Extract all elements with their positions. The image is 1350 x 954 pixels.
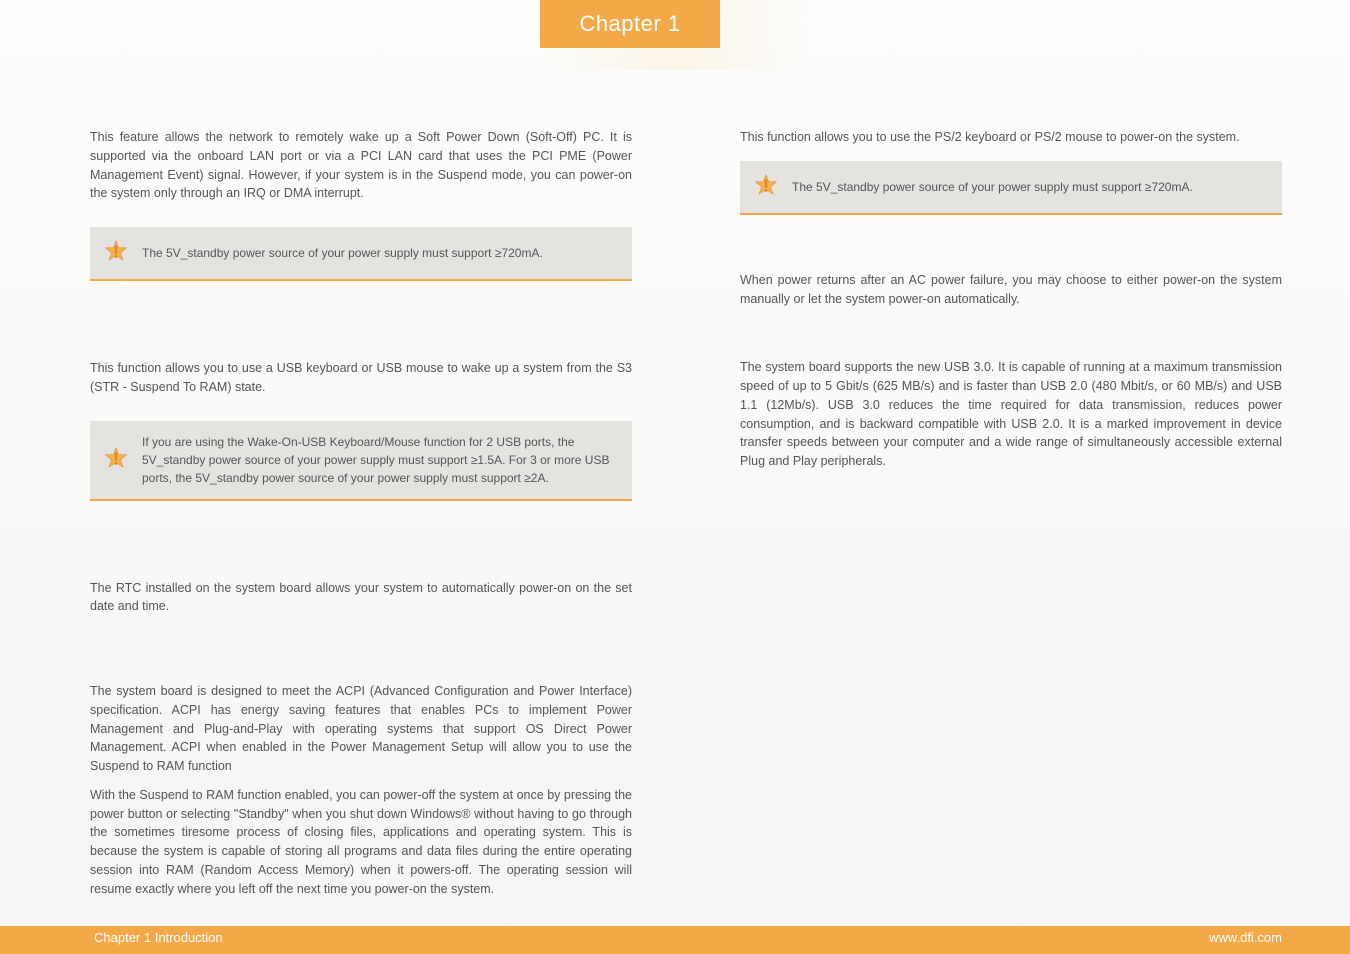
warning-icon (752, 173, 780, 201)
important-text-2: If you are using the Wake-On-USB Keyboar… (142, 433, 614, 487)
rtc-paragraph: The RTC installed on the system board al… (90, 579, 632, 617)
footer-right: www.dfi.com (1209, 930, 1282, 945)
content-columns: This feature allows the network to remot… (90, 128, 1282, 894)
footer-left: Chapter 1 Introduction (94, 930, 223, 945)
warning-icon (102, 239, 130, 267)
suspend-to-ram-paragraph: With the Suspend to RAM function enabled… (90, 786, 632, 899)
left-column: This feature allows the network to remot… (90, 128, 632, 894)
warning-icon (102, 446, 130, 474)
usb3-paragraph: The system board supports the new USB 3.… (740, 358, 1282, 471)
important-text-4: The 5V_standby power source of your powe… (792, 178, 1193, 196)
important-box-1: The 5V_standby power source of your powe… (90, 227, 632, 281)
right-column: This function allows you to use the PS/2… (740, 128, 1282, 894)
acpi-paragraph: The system board is designed to meet the… (90, 682, 632, 776)
chapter-tab: Chapter 1 (540, 0, 720, 48)
wake-on-lan-paragraph: This feature allows the network to remot… (90, 128, 632, 203)
footer-bar: Chapter 1 Introduction www.dfi.com (0, 926, 1350, 954)
ac-power-failure-paragraph: When power returns after an AC power fai… (740, 271, 1282, 309)
page: Chapter 1 This feature allows the networ… (0, 0, 1350, 954)
important-box-2: If you are using the Wake-On-USB Keyboar… (90, 421, 632, 501)
important-text-1: The 5V_standby power source of your powe… (142, 244, 543, 262)
ps2-power-on-paragraph: This function allows you to use the PS/2… (740, 128, 1282, 147)
wake-on-usb-paragraph: This function allows you to use a USB ke… (90, 359, 632, 397)
important-box-4: The 5V_standby power source of your powe… (740, 161, 1282, 215)
